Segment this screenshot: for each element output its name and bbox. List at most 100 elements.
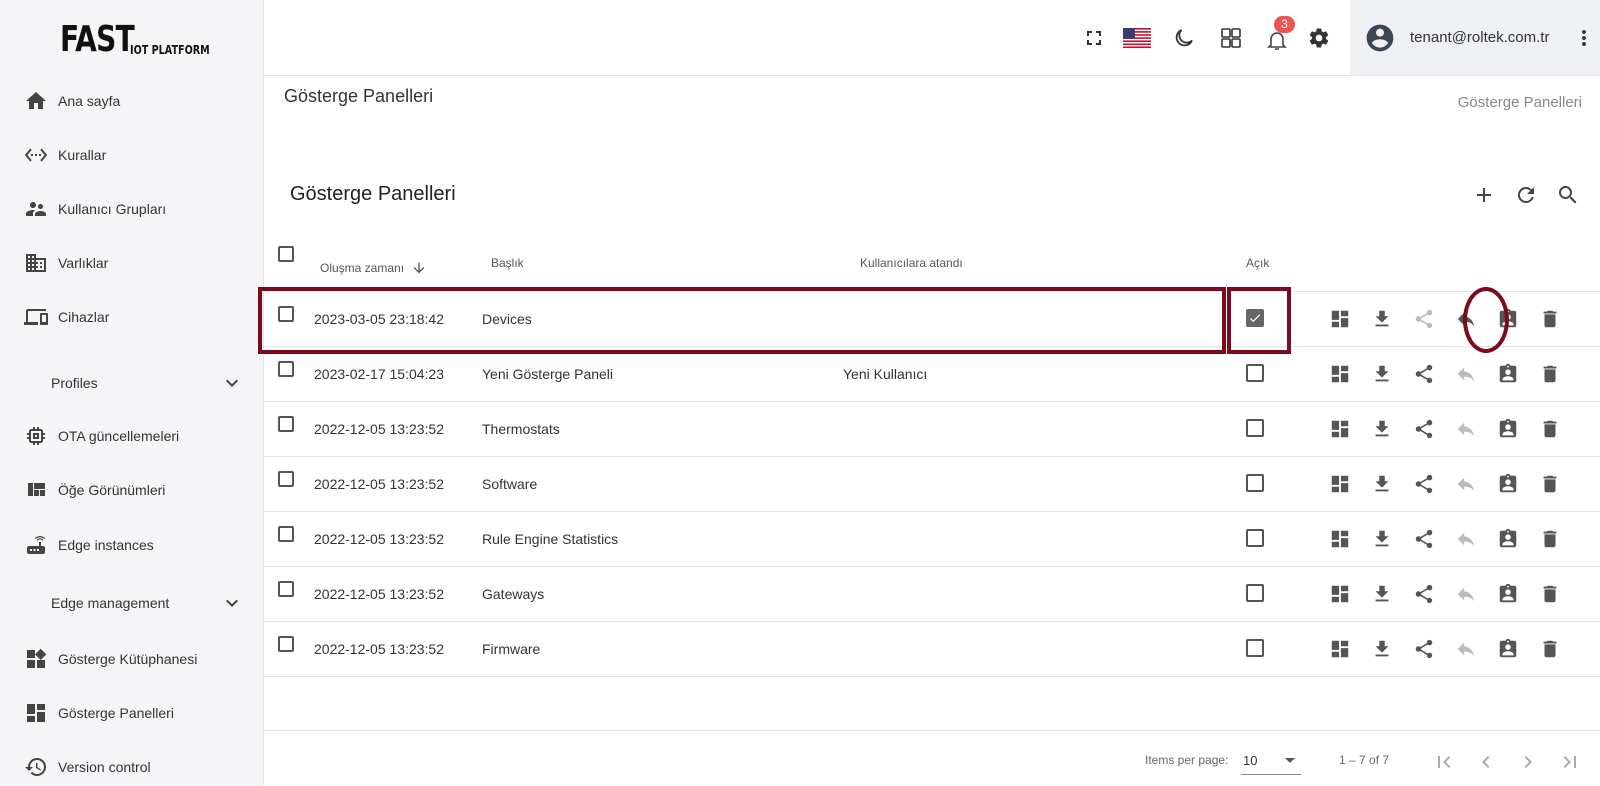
table-row[interactable]: 2022-12-05 13:23:52 Software (264, 457, 1600, 512)
sidebar-item-devices[interactable]: Cihazlar (0, 299, 264, 335)
add-icon[interactable] (1472, 183, 1496, 207)
open-dashboard-icon[interactable] (1328, 582, 1352, 606)
delete-icon[interactable] (1538, 472, 1562, 496)
share-icon[interactable] (1412, 527, 1436, 551)
items-per-page-select[interactable]: 10 (1241, 745, 1301, 775)
public-checkbox[interactable] (1246, 584, 1264, 602)
dark-mode-icon[interactable] (1172, 26, 1196, 50)
open-dashboard-icon[interactable] (1328, 472, 1352, 496)
fullscreen-icon[interactable] (1082, 26, 1106, 50)
search-icon[interactable] (1556, 183, 1580, 207)
assign-customers-icon[interactable] (1496, 527, 1520, 551)
export-icon[interactable] (1370, 307, 1394, 331)
row-select-checkbox[interactable] (278, 526, 294, 542)
row-select-checkbox[interactable] (278, 471, 294, 487)
make-private-icon[interactable] (1454, 527, 1478, 551)
open-dashboard-icon[interactable] (1328, 527, 1352, 551)
more-vert-icon[interactable] (1572, 26, 1596, 50)
share-icon[interactable] (1412, 472, 1436, 496)
make-private-icon[interactable] (1454, 637, 1478, 661)
assign-customers-icon[interactable] (1496, 582, 1520, 606)
export-icon[interactable] (1370, 417, 1394, 441)
table-row[interactable]: 2022-12-05 13:23:52 Thermostats (264, 402, 1600, 457)
delete-icon[interactable] (1538, 527, 1562, 551)
export-icon[interactable] (1370, 582, 1394, 606)
open-dashboard-icon[interactable] (1328, 307, 1352, 331)
assign-customers-icon[interactable] (1496, 417, 1520, 441)
chevron-down-icon (220, 371, 244, 395)
sidebar-item-version-control[interactable]: Version control (0, 749, 264, 785)
open-dashboard-icon[interactable] (1328, 417, 1352, 441)
user-menu[interactable]: tenant@roltek.com.tr (1350, 0, 1600, 75)
make-private-icon[interactable] (1454, 417, 1478, 441)
public-checkbox[interactable] (1246, 419, 1264, 437)
arrow-downward-icon (414, 262, 425, 274)
public-checkbox[interactable] (1246, 639, 1264, 657)
column-header-assigned[interactable]: Kullanıcılara atandı (860, 256, 963, 270)
make-private-icon[interactable] (1454, 582, 1478, 606)
previous-page-icon[interactable] (1474, 750, 1498, 774)
share-icon[interactable] (1412, 637, 1436, 661)
sidebar-item-ota-updates[interactable]: OTA güncellemeleri (0, 418, 264, 454)
sidebar-item-widget-library[interactable]: Gösterge Kütüphanesi (0, 641, 264, 677)
us-flag-icon[interactable] (1122, 26, 1152, 50)
refresh-icon[interactable] (1514, 183, 1538, 207)
supervisor-account-icon (24, 197, 48, 221)
next-page-icon[interactable] (1516, 750, 1540, 774)
delete-icon[interactable] (1538, 582, 1562, 606)
delete-icon[interactable] (1538, 417, 1562, 441)
delete-icon[interactable] (1538, 362, 1562, 386)
sidebar-item-dashboards[interactable]: Gösterge Panelleri (0, 695, 264, 731)
sidebar-item-label: Gösterge Kütüphanesi (58, 651, 198, 667)
share-icon[interactable] (1412, 307, 1436, 331)
assign-customers-icon[interactable] (1496, 637, 1520, 661)
table-row[interactable]: 2022-12-05 13:23:52 Firmware (264, 622, 1600, 677)
share-icon[interactable] (1412, 417, 1436, 441)
make-private-icon[interactable] (1454, 362, 1478, 386)
column-header-public[interactable]: Açık (1246, 256, 1269, 270)
column-header-title[interactable]: Başlık (491, 256, 524, 270)
settings-icon[interactable] (1307, 26, 1331, 50)
view-quilt-icon (24, 478, 48, 502)
items-per-page-label: Items per page: (1145, 753, 1229, 767)
public-checkbox[interactable] (1246, 364, 1264, 382)
export-icon[interactable] (1370, 472, 1394, 496)
sidebar-item-edge-instances[interactable]: Edge instances (0, 527, 264, 563)
breadcrumb[interactable]: Gösterge Panelleri (1458, 94, 1582, 111)
sidebar-item-label: Cihazlar (58, 309, 110, 325)
export-icon[interactable] (1370, 527, 1394, 551)
last-page-icon[interactable] (1558, 750, 1582, 774)
share-icon[interactable] (1412, 582, 1436, 606)
column-header-created[interactable]: Oluşma zamanı (320, 256, 425, 275)
open-dashboard-icon[interactable] (1328, 362, 1352, 386)
sidebar-group-profiles[interactable]: Profiles (0, 365, 264, 401)
share-icon[interactable] (1412, 362, 1436, 386)
public-checkbox[interactable] (1246, 529, 1264, 547)
account-circle-icon (1364, 22, 1396, 54)
table-row[interactable]: 2022-12-05 13:23:52 Rule Engine Statistic… (264, 512, 1600, 567)
make-private-icon[interactable] (1454, 472, 1478, 496)
open-dashboard-icon[interactable] (1328, 637, 1352, 661)
delete-icon[interactable] (1538, 307, 1562, 331)
table-row[interactable]: 2023-02-17 15:04:23 Yeni Gösterge Paneli Y… (264, 347, 1600, 402)
sidebar-item-assets[interactable]: Varlıklar (0, 245, 264, 281)
row-select-checkbox[interactable] (278, 636, 294, 652)
public-checkbox[interactable] (1246, 474, 1264, 492)
apps-icon[interactable] (1219, 26, 1243, 50)
export-icon[interactable] (1370, 362, 1394, 386)
delete-icon[interactable] (1538, 637, 1562, 661)
table-row[interactable]: 2022-12-05 13:23:52 Gateways (264, 567, 1600, 622)
row-select-checkbox[interactable] (278, 361, 294, 377)
assign-customers-icon[interactable] (1496, 472, 1520, 496)
row-select-checkbox[interactable] (278, 416, 294, 432)
sidebar-group-edge-management[interactable]: Edge management (0, 585, 264, 621)
assign-customers-icon[interactable] (1496, 362, 1520, 386)
row-select-checkbox[interactable] (278, 581, 294, 597)
sidebar-item-user-groups[interactable]: Kullanıcı Grupları (0, 191, 264, 227)
select-all-checkbox[interactable] (278, 246, 294, 262)
sidebar-item-rules[interactable]: Kurallar (0, 137, 264, 173)
sidebar-item-home[interactable]: Ana sayfa (0, 83, 264, 119)
first-page-icon[interactable] (1432, 750, 1456, 774)
sidebar-item-widget-views[interactable]: Öğe Görünümleri (0, 472, 264, 508)
export-icon[interactable] (1370, 637, 1394, 661)
